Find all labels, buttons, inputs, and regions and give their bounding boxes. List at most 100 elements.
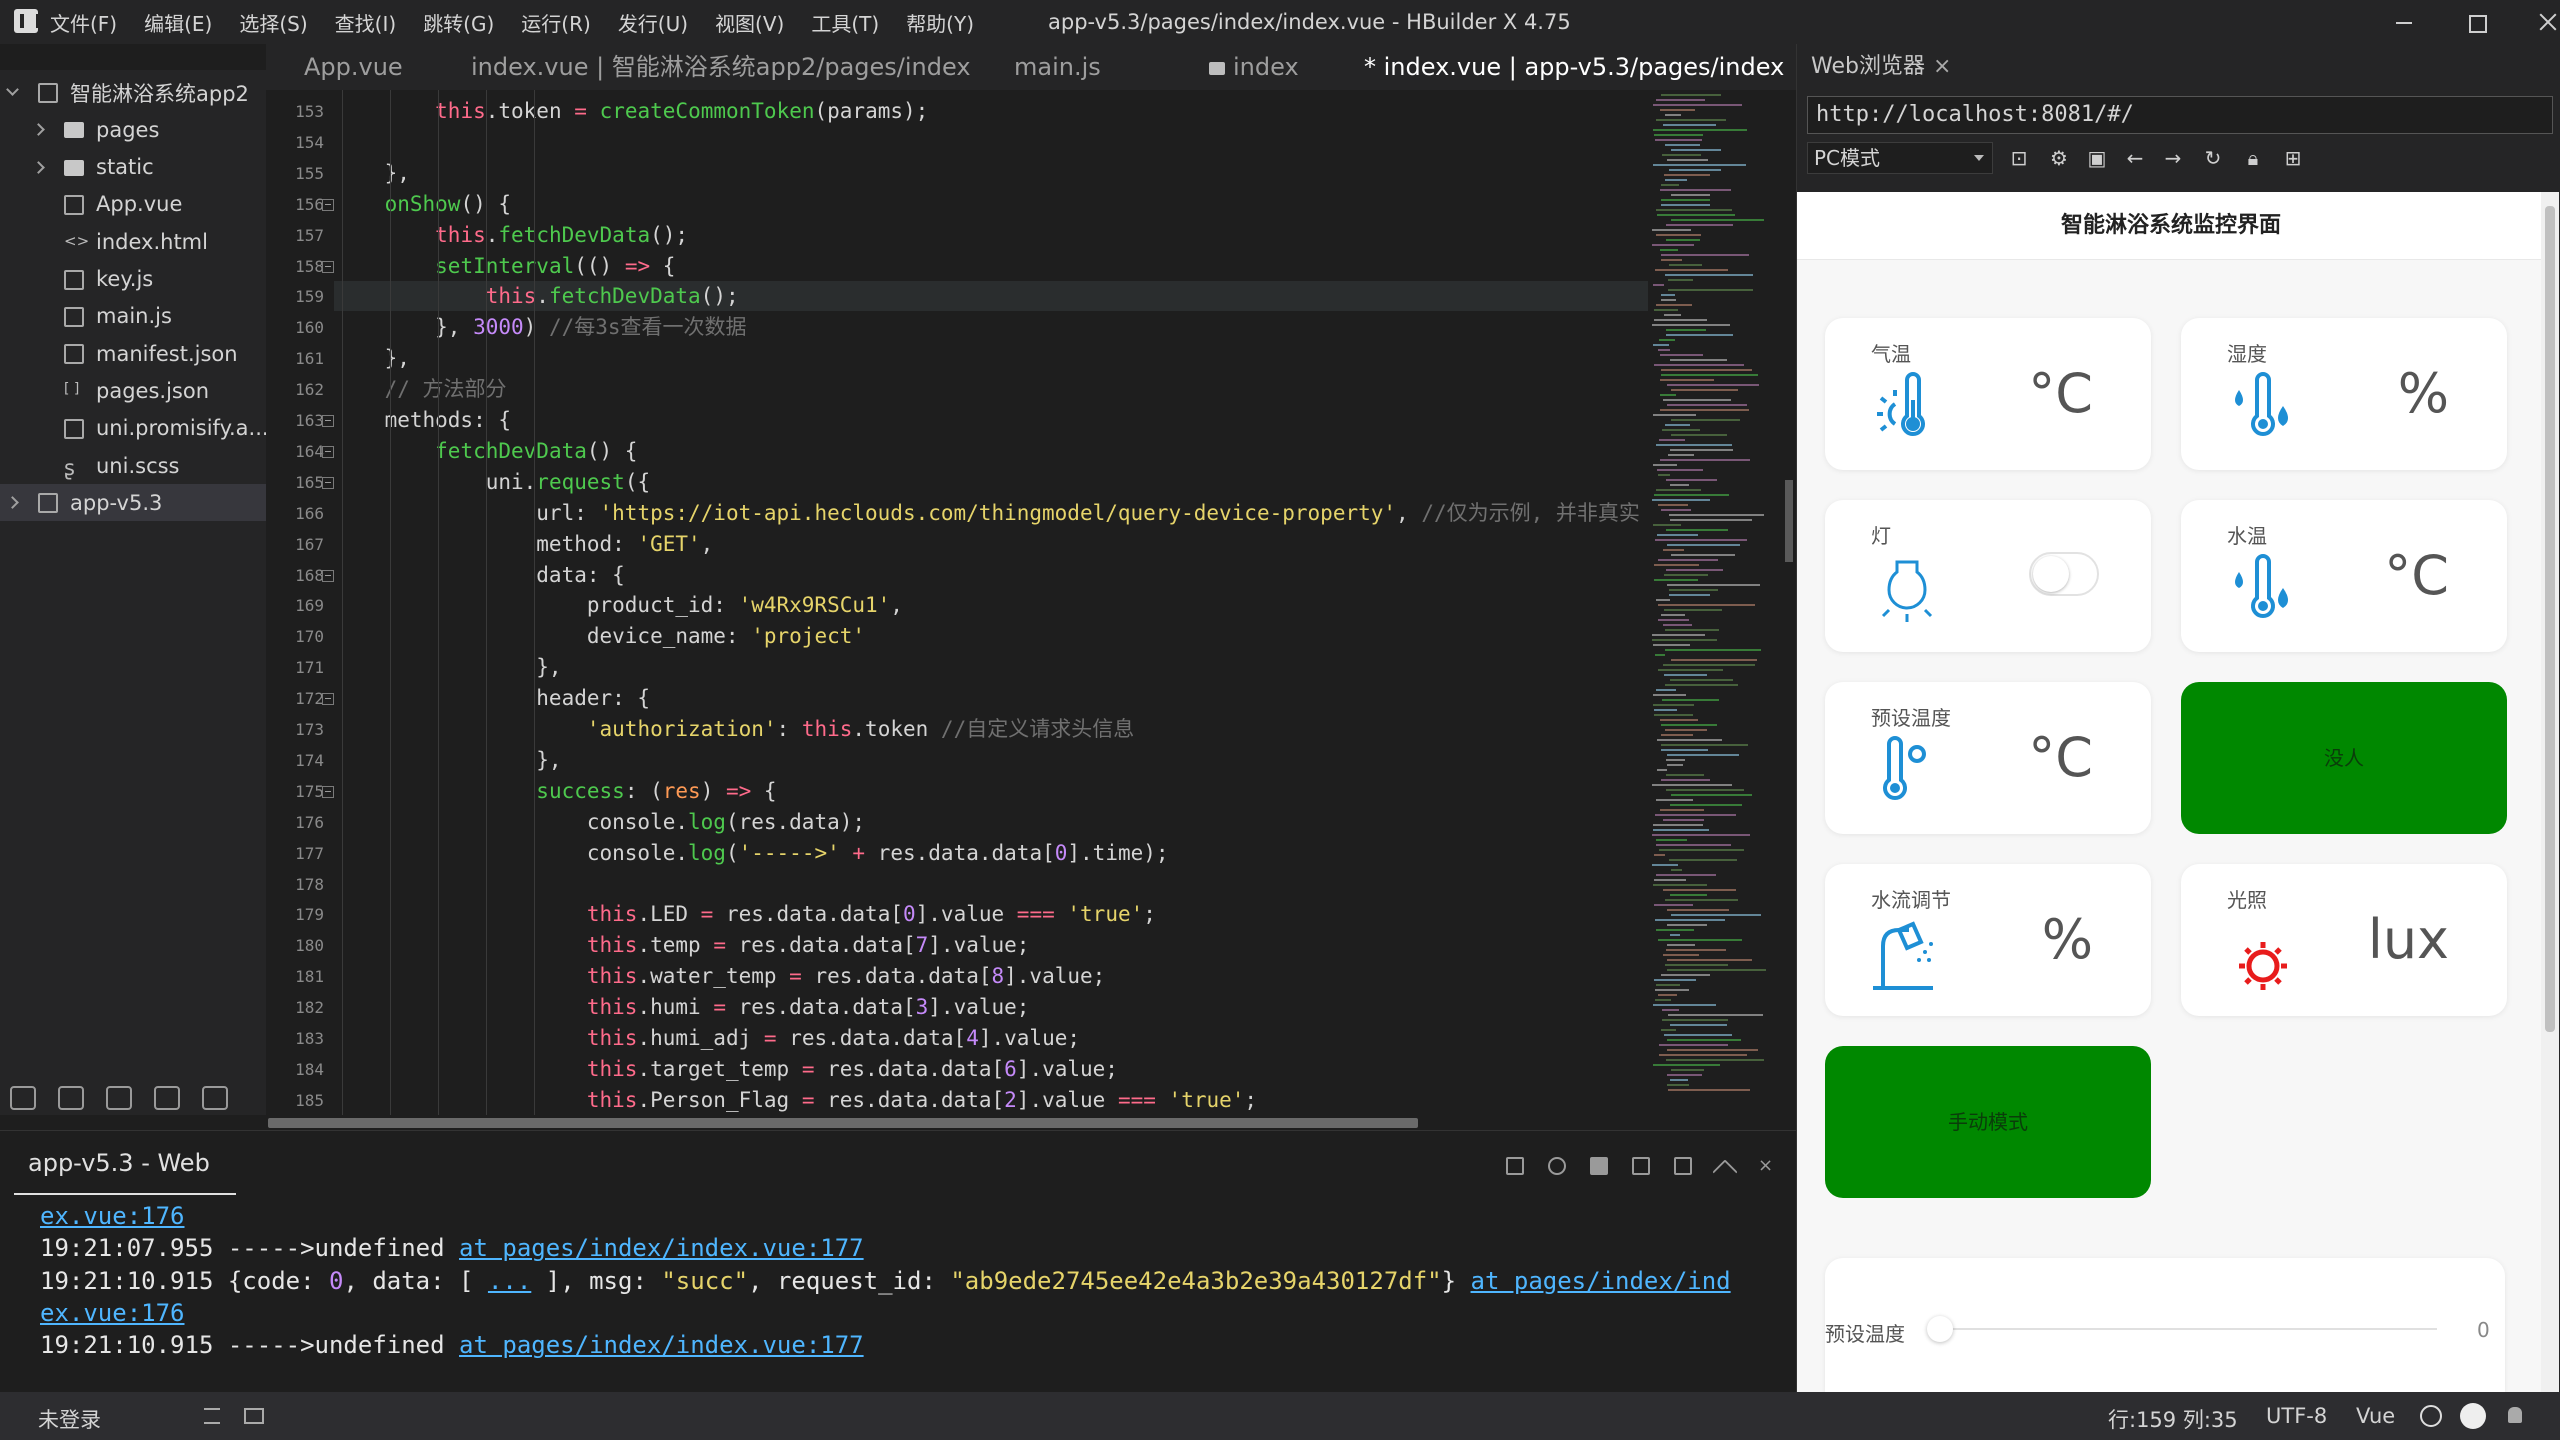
editor-vertical-scrollbar[interactable] xyxy=(1782,90,1796,1117)
fold-toggle-icon[interactable] xyxy=(322,445,334,458)
rotate-icon[interactable]: ⊡ xyxy=(2009,148,2029,168)
person-status-button[interactable]: 没人 xyxy=(2181,682,2507,834)
tree-item[interactable]: pages xyxy=(0,111,266,148)
minimap-line xyxy=(1661,204,1710,206)
file-icon: ʂ xyxy=(64,456,75,480)
chevron-down-icon[interactable] xyxy=(6,83,19,96)
browser-tab-close-icon[interactable]: × xyxy=(1933,44,1951,90)
close-console-icon[interactable]: × xyxy=(1758,1157,1776,1175)
tree-item[interactable]: 智能淋浴系统app2 xyxy=(0,74,266,111)
qrcode-icon[interactable]: ⊞ xyxy=(2283,148,2303,168)
screenshot-icon[interactable]: ▣ xyxy=(2087,148,2107,168)
source-link[interactable]: ex.vue:176 xyxy=(40,1299,185,1327)
cursor-position[interactable]: 行:159 列:35 xyxy=(2108,1404,2238,1434)
tree-item[interactable]: uni.promisify.a... xyxy=(0,410,269,447)
tree-item[interactable]: [ ] pages.json xyxy=(0,372,266,409)
menu-item[interactable]: 运行(R) xyxy=(521,8,591,37)
light-toggle-switch[interactable] xyxy=(2029,552,2099,596)
editor-horizontal-scrollbar[interactable] xyxy=(266,1115,1796,1129)
stop-icon[interactable] xyxy=(1590,1157,1608,1175)
chevron-up-icon[interactable] xyxy=(1712,1159,1738,1185)
refresh-icon[interactable] xyxy=(154,1086,180,1110)
open-window-icon[interactable] xyxy=(1674,1157,1692,1175)
scroll-thumb[interactable] xyxy=(1785,480,1793,562)
tab-2[interactable]: index.vue | 智能淋浴系统app2/pages/index xyxy=(471,44,971,90)
fold-toggle-icon[interactable] xyxy=(322,198,334,211)
code-token: }, xyxy=(334,160,410,185)
tree-item[interactable]: static xyxy=(0,149,266,186)
fold-toggle-icon[interactable] xyxy=(322,693,334,706)
encoding[interactable]: UTF-8 xyxy=(2266,1404,2327,1428)
settings-icon[interactable]: ⚙ xyxy=(2049,148,2069,168)
menu-item[interactable]: 发行(U) xyxy=(618,8,688,37)
menu-item[interactable]: 选择(S) xyxy=(239,8,307,37)
filter-icon[interactable] xyxy=(1632,1157,1650,1175)
tree-item[interactable]: ʂ uni.scss xyxy=(0,447,266,484)
source-link[interactable]: at pages/index/index.vue:177 xyxy=(459,1331,864,1359)
fold-toggle-icon[interactable] xyxy=(322,476,334,489)
minimize-icon[interactable] xyxy=(2390,8,2418,36)
plugin-icon[interactable] xyxy=(58,1086,84,1110)
tree-item[interactable]: main.js xyxy=(0,298,266,335)
slider-handle[interactable] xyxy=(1927,1316,1953,1342)
terminal-icon[interactable] xyxy=(244,1408,264,1424)
tab-1[interactable]: App.vue xyxy=(304,44,474,90)
tree-item[interactable]: <> index.html xyxy=(0,223,266,260)
chevron-right-icon[interactable] xyxy=(32,123,45,137)
maximize-icon[interactable] xyxy=(2462,8,2490,36)
forward-icon[interactable]: → xyxy=(2163,148,2183,168)
chevron-right-icon[interactable] xyxy=(6,496,19,510)
folder-icon[interactable] xyxy=(10,1086,36,1110)
tree-item[interactable]: manifest.json xyxy=(0,335,266,372)
browser-scrollbar[interactable] xyxy=(2541,192,2559,1392)
bell-icon[interactable] xyxy=(2508,1407,2522,1423)
cloud-icon[interactable] xyxy=(202,1086,228,1110)
lock-icon[interactable]: 🔒︎ xyxy=(2243,148,2263,168)
slider-track[interactable] xyxy=(1937,1328,2437,1330)
tree-item[interactable]: app-v5.3 xyxy=(0,484,266,522)
code-editor[interactable]: this.token = createCommonToken(params); … xyxy=(334,90,1648,1117)
url-input[interactable]: http://localhost:8081/#/ xyxy=(1807,96,2553,134)
menu-item[interactable]: 文件(F) xyxy=(50,8,117,37)
clear-icon[interactable] xyxy=(1506,1157,1524,1175)
fold-toggle-icon[interactable] xyxy=(322,260,334,273)
source-link[interactable]: at pages/index/index.vue:177 xyxy=(459,1234,864,1262)
tree-item[interactable]: key.js xyxy=(0,261,266,298)
console-title[interactable]: app-v5.3 - Web xyxy=(28,1149,210,1177)
back-icon[interactable]: ← xyxy=(2125,148,2145,168)
code-line: }, xyxy=(334,158,1648,188)
reload-icon[interactable]: ↻ xyxy=(2203,148,2223,168)
download-icon[interactable] xyxy=(2460,1403,2486,1429)
tab-5[interactable]: * index.vue | app-v5.3/pages/index xyxy=(1364,44,1794,90)
menu-item[interactable]: 跳转(G) xyxy=(423,8,494,37)
language-mode[interactable]: Vue xyxy=(2356,1404,2395,1428)
sensor-card: 气温 °C xyxy=(1825,318,2151,470)
chevron-right-icon[interactable] xyxy=(32,160,45,174)
source-link[interactable]: ex.vue:176 xyxy=(40,1202,185,1230)
tab-4[interactable]: index xyxy=(1209,44,1339,90)
scroll-thumb[interactable] xyxy=(2545,206,2555,1032)
device-mode-select[interactable]: PC模式 xyxy=(1807,142,1993,174)
tab-3[interactable]: main.js xyxy=(1014,44,1184,90)
close-icon[interactable] xyxy=(2534,8,2560,36)
tree-item[interactable]: App.vue xyxy=(0,186,266,223)
fold-toggle-icon[interactable] xyxy=(322,569,334,582)
fold-toggle-icon[interactable] xyxy=(322,785,334,798)
menu-item[interactable]: 帮助(Y) xyxy=(906,8,974,37)
scroll-thumb[interactable] xyxy=(268,1118,1418,1128)
search-icon[interactable] xyxy=(2420,1405,2442,1427)
outline-icon[interactable] xyxy=(204,1408,220,1424)
menu-item[interactable]: 编辑(E) xyxy=(144,8,212,37)
fold-toggle-icon[interactable] xyxy=(322,415,334,427)
minimap[interactable] xyxy=(1648,90,1780,1117)
restart-icon[interactable] xyxy=(1548,1157,1566,1175)
menu-item[interactable]: 查找(I) xyxy=(335,8,397,37)
source-link[interactable]: at pages/index/ind xyxy=(1471,1267,1731,1295)
debug-icon[interactable] xyxy=(106,1086,132,1110)
manual-mode-button[interactable]: 手动模式 xyxy=(1825,1046,2151,1198)
source-link[interactable]: ... xyxy=(488,1267,531,1295)
browser-tab[interactable]: Web浏览器 xyxy=(1811,44,1925,90)
login-status[interactable]: 未登录 xyxy=(38,1404,101,1434)
menu-item[interactable]: 视图(V) xyxy=(715,8,784,37)
menu-item[interactable]: 工具(T) xyxy=(811,8,879,37)
